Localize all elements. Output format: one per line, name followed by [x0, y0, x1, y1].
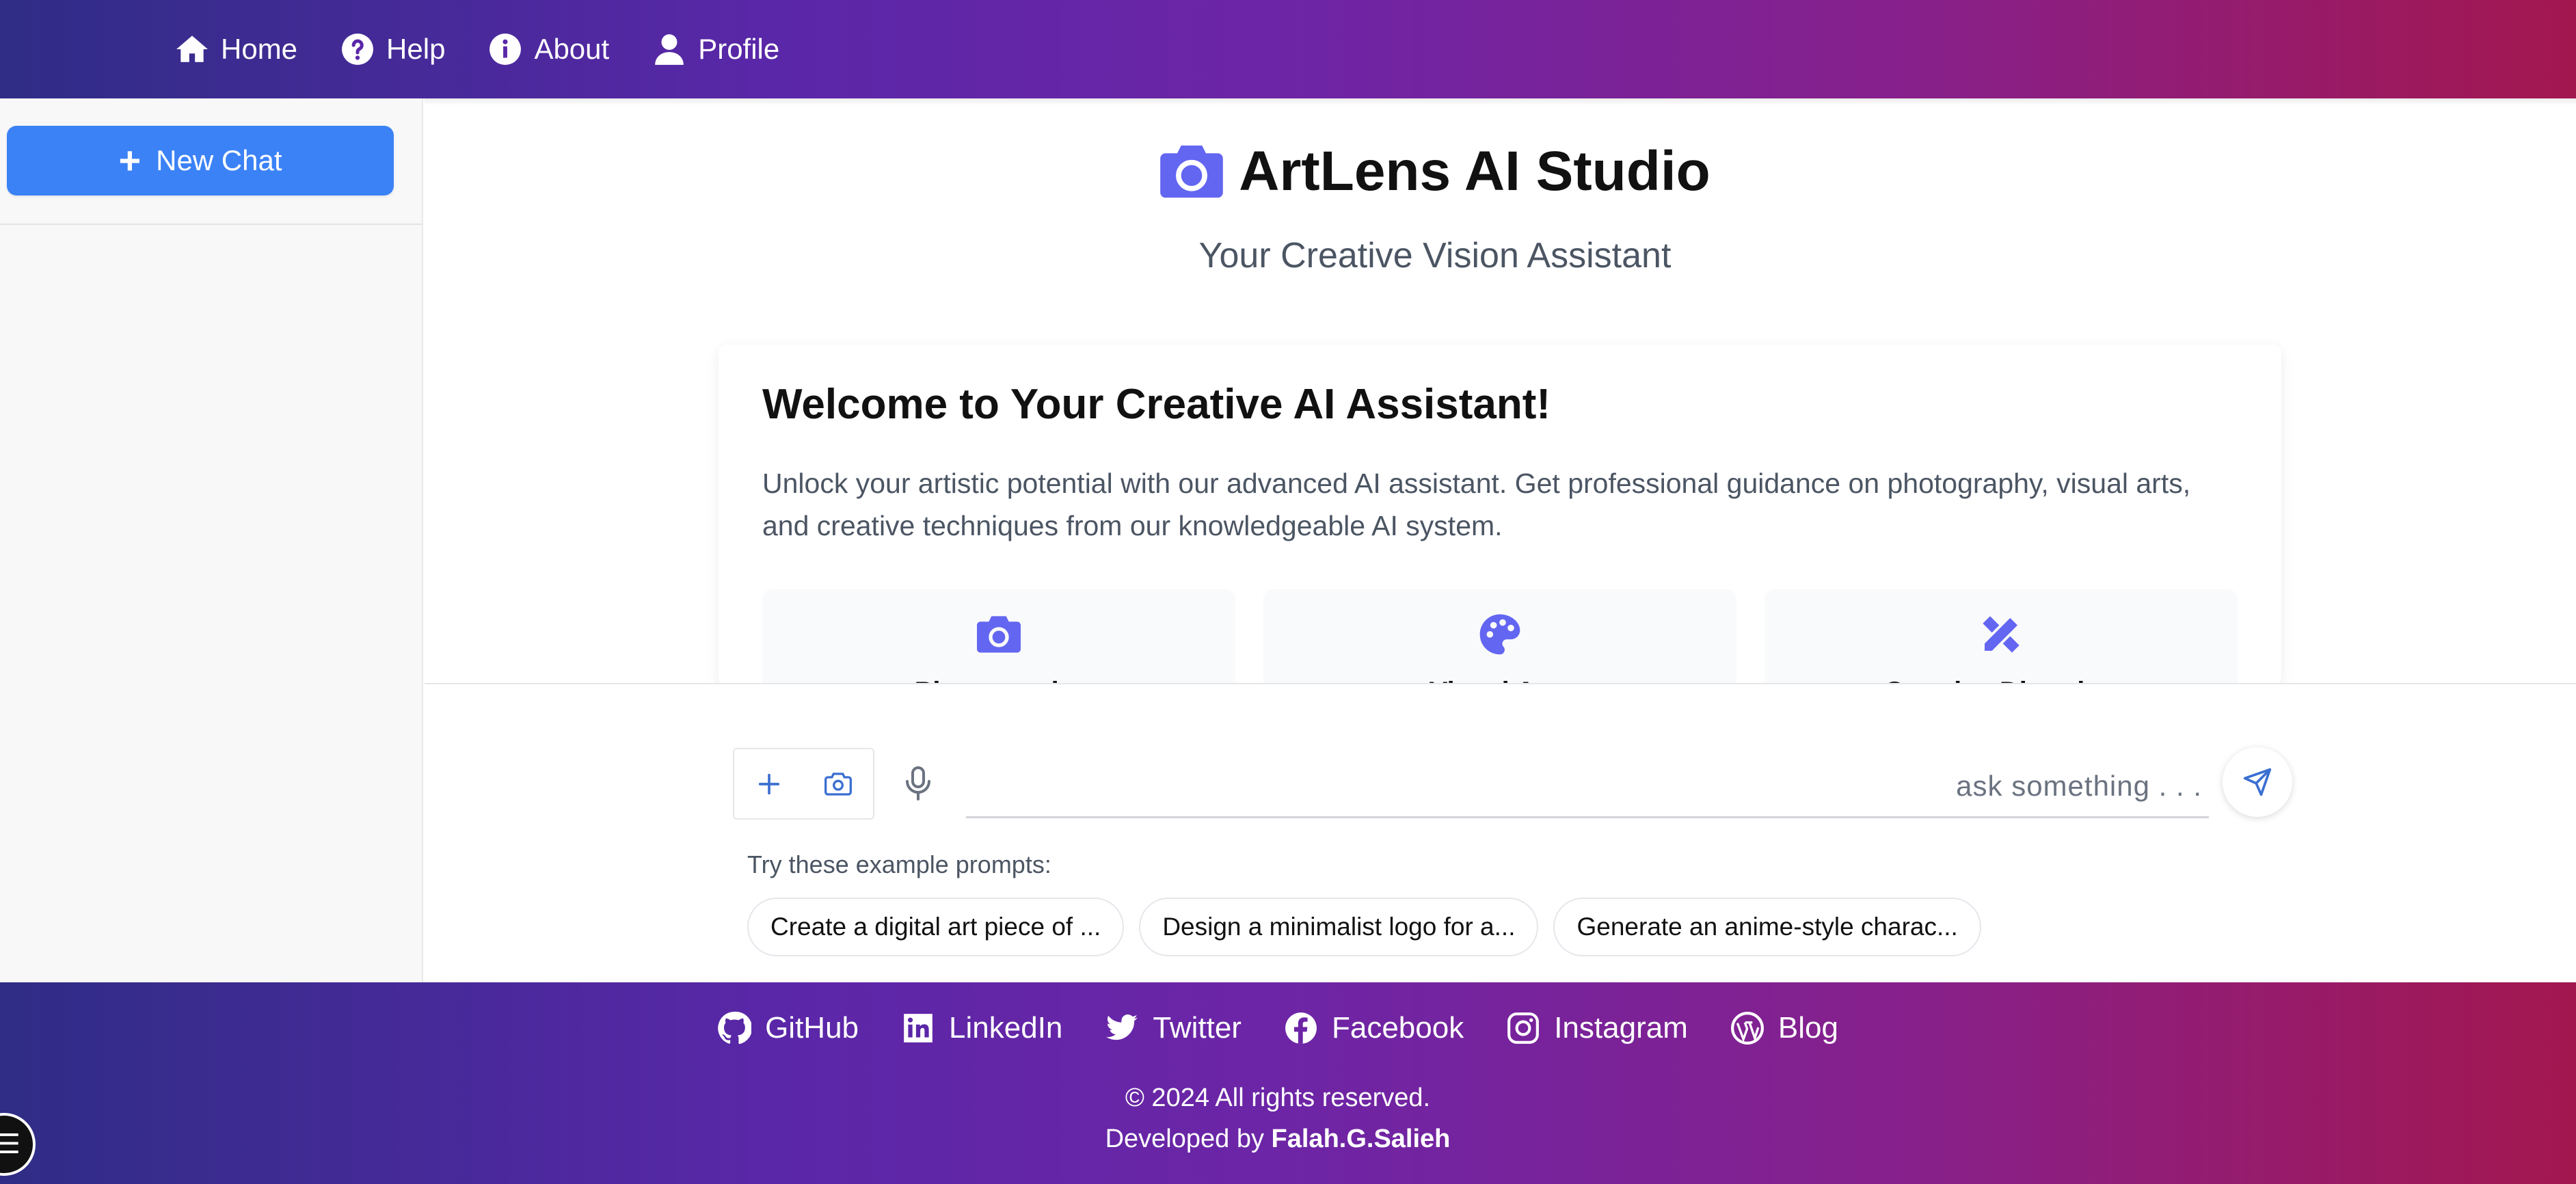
twitter-icon	[1106, 1014, 1138, 1040]
facebook-link[interactable]: Facebook	[1284, 1011, 1464, 1045]
top-navbar: Home Help About Profile	[0, 0, 2576, 98]
home-icon	[174, 31, 210, 67]
linkedin-link[interactable]: LinkedIn	[901, 1011, 1062, 1045]
social-links: GitHub LinkedIn Twitter Facebook Instagr…	[0, 1011, 2576, 1045]
plus-icon	[758, 773, 779, 794]
example-prompt-chip[interactable]: Generate an anime-style charac...	[1553, 898, 1981, 956]
footer: GitHub LinkedIn Twitter Facebook Instagr…	[0, 982, 2576, 1184]
linkedin-icon	[904, 1014, 933, 1042]
user-icon	[652, 31, 687, 67]
instagram-label: Instagram	[1554, 1011, 1688, 1045]
camera-icon	[762, 613, 1235, 656]
wordpress-icon	[1730, 1012, 1764, 1045]
attachment-buttons	[733, 748, 874, 820]
twitter-label: Twitter	[1153, 1011, 1242, 1045]
camera-icon	[1160, 145, 1224, 198]
nav-help[interactable]: Help	[340, 31, 445, 67]
camera-icon	[824, 772, 853, 796]
copyright-text: © 2024 All rights reserved.	[1125, 1084, 1431, 1112]
feature-card-visual-arts[interactable]: Visual Arts	[1263, 589, 1736, 686]
twitter-link[interactable]: Twitter	[1105, 1011, 1242, 1045]
send-icon	[2243, 768, 2272, 796]
example-prompt-chip[interactable]: Create a digital art piece of ...	[747, 898, 1125, 956]
feature-card-photography[interactable]: Photography	[762, 589, 1235, 686]
page-title-text: ArtLens AI Studio	[1239, 140, 1710, 202]
blog-label: Blog	[1777, 1011, 1838, 1045]
new-chat-button[interactable]: + New Chat	[7, 126, 394, 196]
help-icon	[340, 31, 375, 67]
developer-credit: Developed by Falah.G.Salieh	[0, 1125, 2576, 1154]
plus-icon: +	[118, 139, 142, 182]
camera-upload-button[interactable]	[804, 749, 874, 818]
instagram-icon	[1507, 1012, 1540, 1044]
sidebar-divider	[0, 224, 422, 225]
linkedin-label: LinkedIn	[949, 1011, 1063, 1045]
facebook-label: Facebook	[1331, 1011, 1464, 1045]
nav-home[interactable]: Home	[174, 31, 297, 67]
nav-profile-label: Profile	[698, 33, 780, 65]
example-prompt-chip[interactable]: Design a minimalist logo for a...	[1139, 898, 1539, 956]
sidebar: + New Chat	[0, 98, 423, 982]
developer-prefix: Developed by	[1105, 1125, 1272, 1153]
instagram-link[interactable]: Instagram	[1506, 1011, 1688, 1045]
welcome-text: Unlock your artistic potential with our …	[762, 468, 2191, 541]
nav-about-label: About	[534, 33, 610, 65]
main-content: ArtLens AI Studio Your Creative Vision A…	[425, 98, 2576, 984]
examples-label: Try these example prompts:	[747, 850, 1051, 878]
page-title: ArtLens AI Studio	[425, 139, 2445, 204]
welcome-title: Welcome to Your Creative AI Assistant!	[762, 381, 1551, 428]
palette-icon	[1263, 613, 1736, 656]
microphone-icon	[906, 766, 930, 800]
microphone-button[interactable]	[899, 765, 937, 803]
menu-icon: ☰	[0, 1129, 21, 1159]
blog-link[interactable]: Blog	[1730, 1011, 1838, 1045]
github-icon	[718, 1011, 752, 1045]
page-subtitle: Your Creative Vision Assistant	[1198, 236, 1672, 275]
nav-help-label: Help	[386, 33, 446, 65]
nav-profile[interactable]: Profile	[652, 31, 779, 67]
info-icon	[487, 31, 523, 67]
github-link[interactable]: GitHub	[717, 1011, 859, 1045]
new-chat-label: New Chat	[156, 144, 282, 176]
facebook-icon	[1285, 1012, 1317, 1044]
prompt-input[interactable]	[966, 755, 2209, 818]
nav-about[interactable]: About	[487, 31, 609, 67]
composer-area: Try these example prompts: Create a digi…	[425, 683, 2576, 984]
header-shadow	[425, 98, 2576, 105]
github-label: GitHub	[765, 1011, 859, 1045]
add-attachment-button[interactable]	[734, 749, 804, 818]
send-button[interactable]	[2223, 747, 2292, 817]
developer-name[interactable]: Falah.G.Salieh	[1272, 1125, 1451, 1153]
example-prompts: Create a digital art piece of ... Design…	[747, 898, 1996, 956]
pencil-ruler-icon	[1765, 613, 2238, 656]
feature-card-creative-direction[interactable]: Creative Direction	[1765, 589, 2238, 686]
nav-home-label: Home	[221, 33, 298, 65]
welcome-card: Welcome to Your Creative AI Assistant! U…	[719, 345, 2281, 686]
